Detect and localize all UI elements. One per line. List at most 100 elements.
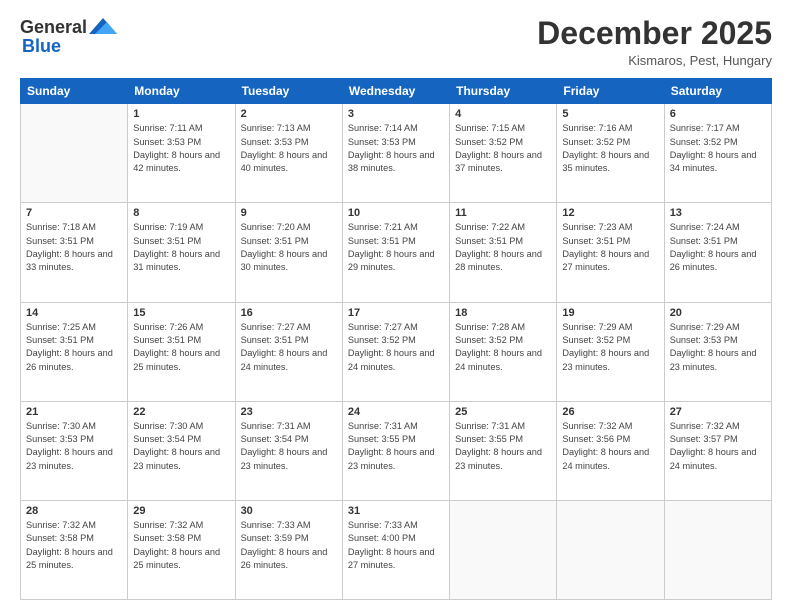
calendar-cell: 5 Sunrise: 7:16 AMSunset: 3:52 PMDaylight… — [557, 104, 664, 203]
day-info: Sunrise: 7:31 AMSunset: 3:55 PMDaylight:… — [455, 420, 551, 473]
day-info: Sunrise: 7:33 AMSunset: 3:59 PMDaylight:… — [241, 519, 337, 572]
day-number: 16 — [241, 307, 337, 319]
day-number: 27 — [670, 406, 766, 418]
daylight-text: Daylight: 8 hours and 24 minutes. — [670, 447, 757, 470]
day-number: 21 — [26, 406, 122, 418]
sunset-text: Sunset: 3:51 PM — [241, 236, 309, 246]
day-info: Sunrise: 7:17 AMSunset: 3:52 PMDaylight:… — [670, 122, 766, 175]
sunset-text: Sunset: 3:52 PM — [562, 137, 630, 147]
calendar-cell: 14 Sunrise: 7:25 AMSunset: 3:51 PMDayligh… — [21, 302, 128, 401]
day-number: 25 — [455, 406, 551, 418]
daylight-text: Daylight: 8 hours and 25 minutes. — [133, 547, 220, 570]
sunset-text: Sunset: 3:55 PM — [348, 434, 416, 444]
sunset-text: Sunset: 3:51 PM — [26, 335, 94, 345]
day-info: Sunrise: 7:32 AMSunset: 3:58 PMDaylight:… — [26, 519, 122, 572]
sunset-text: Sunset: 3:53 PM — [348, 137, 416, 147]
day-number: 9 — [241, 207, 337, 219]
calendar-week-row: 7Sunrise: 7:18 AMSunset: 3:51 PMDaylight… — [21, 203, 772, 302]
sunrise-text: Sunrise: 7:29 AM — [562, 322, 632, 332]
sunrise-text: Sunrise: 7:23 AM — [562, 222, 632, 232]
day-number: 31 — [348, 505, 444, 517]
sunset-text: Sunset: 3:51 PM — [26, 236, 94, 246]
sunrise-text: Sunrise: 7:32 AM — [562, 421, 632, 431]
header-tuesday: Tuesday — [235, 79, 342, 104]
day-number: 14 — [26, 307, 122, 319]
daylight-text: Daylight: 8 hours and 23 minutes. — [670, 348, 757, 371]
calendar-header-row: Sunday Monday Tuesday Wednesday Thursday… — [21, 79, 772, 104]
calendar-cell: 25Sunrise: 7:31 AMSunset: 3:55 PMDayligh… — [450, 401, 557, 500]
daylight-text: Daylight: 8 hours and 23 minutes. — [562, 348, 649, 371]
sunrise-text: Sunrise: 7:33 AM — [241, 520, 311, 530]
day-number: 18 — [455, 307, 551, 319]
day-info: Sunrise: 7:30 AMSunset: 3:53 PMDaylight:… — [26, 420, 122, 473]
daylight-text: Daylight: 8 hours and 29 minutes. — [348, 249, 435, 272]
daylight-text: Daylight: 8 hours and 24 minutes. — [241, 348, 328, 371]
sunset-text: Sunset: 3:53 PM — [133, 137, 201, 147]
sunrise-text: Sunrise: 7:15 AM — [455, 123, 525, 133]
day-info: Sunrise: 7:16 AMSunset: 3:52 PMDaylight:… — [562, 122, 658, 175]
calendar-cell — [664, 500, 771, 599]
day-info: Sunrise: 7:28 AMSunset: 3:52 PMDaylight:… — [455, 321, 551, 374]
calendar-cell: 27 Sunrise: 7:32 AMSunset: 3:57 PMDayligh… — [664, 401, 771, 500]
calendar-cell: 2Sunrise: 7:13 AMSunset: 3:53 PMDaylight… — [235, 104, 342, 203]
daylight-text: Daylight: 8 hours and 25 minutes. — [26, 547, 113, 570]
calendar-cell: 13Sunrise: 7:24 AMSunset: 3:51 PMDayligh… — [664, 203, 771, 302]
logo-blue-text: Blue — [22, 36, 61, 57]
day-info: Sunrise: 7:19 AMSunset: 3:51 PMDaylight:… — [133, 221, 229, 274]
sunrise-text: Sunrise: 7:28 AM — [455, 322, 525, 332]
calendar-cell: 8 Sunrise: 7:19 AMSunset: 3:51 PMDaylight… — [128, 203, 235, 302]
title-area: December 2025 Kismaros, Pest, Hungary — [537, 16, 772, 68]
sunset-text: Sunset: 3:51 PM — [562, 236, 630, 246]
calendar-cell: 11Sunrise: 7:22 AMSunset: 3:51 PMDayligh… — [450, 203, 557, 302]
calendar-cell — [21, 104, 128, 203]
day-number: 11 — [455, 207, 551, 219]
calendar-week-row: 21 Sunrise: 7:30 AMSunset: 3:53 PMDayligh… — [21, 401, 772, 500]
sunset-text: Sunset: 3:55 PM — [455, 434, 523, 444]
header-friday: Friday — [557, 79, 664, 104]
sunset-text: Sunset: 3:58 PM — [26, 533, 94, 543]
calendar-cell: 12Sunrise: 7:23 AMSunset: 3:51 PMDayligh… — [557, 203, 664, 302]
day-info: Sunrise: 7:18 AMSunset: 3:51 PMDaylight:… — [26, 221, 122, 274]
day-info: Sunrise: 7:31 AMSunset: 3:54 PMDaylight:… — [241, 420, 337, 473]
calendar-cell: 21 Sunrise: 7:30 AMSunset: 3:53 PMDayligh… — [21, 401, 128, 500]
daylight-text: Daylight: 8 hours and 42 minutes. — [133, 150, 220, 173]
day-info: Sunrise: 7:20 AMSunset: 3:51 PMDaylight:… — [241, 221, 337, 274]
daylight-text: Daylight: 8 hours and 24 minutes. — [562, 447, 649, 470]
sunrise-text: Sunrise: 7:11 AM — [133, 123, 202, 133]
day-number: 8 — [133, 207, 229, 219]
day-info: Sunrise: 7:27 AMSunset: 3:51 PMDaylight:… — [241, 321, 337, 374]
sunset-text: Sunset: 3:51 PM — [670, 236, 738, 246]
day-number: 6 — [670, 108, 766, 120]
sunset-text: Sunset: 3:53 PM — [670, 335, 738, 345]
day-number: 10 — [348, 207, 444, 219]
sunset-text: Sunset: 3:58 PM — [133, 533, 201, 543]
day-info: Sunrise: 7:25 AMSunset: 3:51 PMDaylight:… — [26, 321, 122, 374]
sunrise-text: Sunrise: 7:19 AM — [133, 222, 203, 232]
day-number: 30 — [241, 505, 337, 517]
calendar-week-row: 28Sunrise: 7:32 AMSunset: 3:58 PMDayligh… — [21, 500, 772, 599]
day-info: Sunrise: 7:26 AMSunset: 3:51 PMDaylight:… — [133, 321, 229, 374]
daylight-text: Daylight: 8 hours and 28 minutes. — [455, 249, 542, 272]
day-number: 26 — [562, 406, 658, 418]
day-number: 5 — [562, 108, 658, 120]
daylight-text: Daylight: 8 hours and 40 minutes. — [241, 150, 328, 173]
calendar-cell: 26Sunrise: 7:32 AMSunset: 3:56 PMDayligh… — [557, 401, 664, 500]
sunrise-text: Sunrise: 7:17 AM — [670, 123, 740, 133]
day-number: 15 — [133, 307, 229, 319]
sunset-text: Sunset: 3:52 PM — [670, 137, 738, 147]
daylight-text: Daylight: 8 hours and 33 minutes. — [26, 249, 113, 272]
sunset-text: Sunset: 3:53 PM — [241, 137, 309, 147]
daylight-text: Daylight: 8 hours and 31 minutes. — [133, 249, 220, 272]
sunrise-text: Sunrise: 7:22 AM — [455, 222, 525, 232]
sunset-text: Sunset: 3:51 PM — [133, 335, 201, 345]
day-info: Sunrise: 7:29 AMSunset: 3:53 PMDaylight:… — [670, 321, 766, 374]
daylight-text: Daylight: 8 hours and 25 minutes. — [133, 348, 220, 371]
daylight-text: Daylight: 8 hours and 26 minutes. — [241, 547, 328, 570]
header-wednesday: Wednesday — [342, 79, 449, 104]
sunrise-text: Sunrise: 7:31 AM — [455, 421, 525, 431]
sunset-text: Sunset: 3:54 PM — [133, 434, 201, 444]
calendar-cell: 1Sunrise: 7:11 AMSunset: 3:53 PMDaylight… — [128, 104, 235, 203]
day-info: Sunrise: 7:24 AMSunset: 3:51 PMDaylight:… — [670, 221, 766, 274]
day-info: Sunrise: 7:32 AMSunset: 3:57 PMDaylight:… — [670, 420, 766, 473]
sunrise-text: Sunrise: 7:31 AM — [241, 421, 311, 431]
